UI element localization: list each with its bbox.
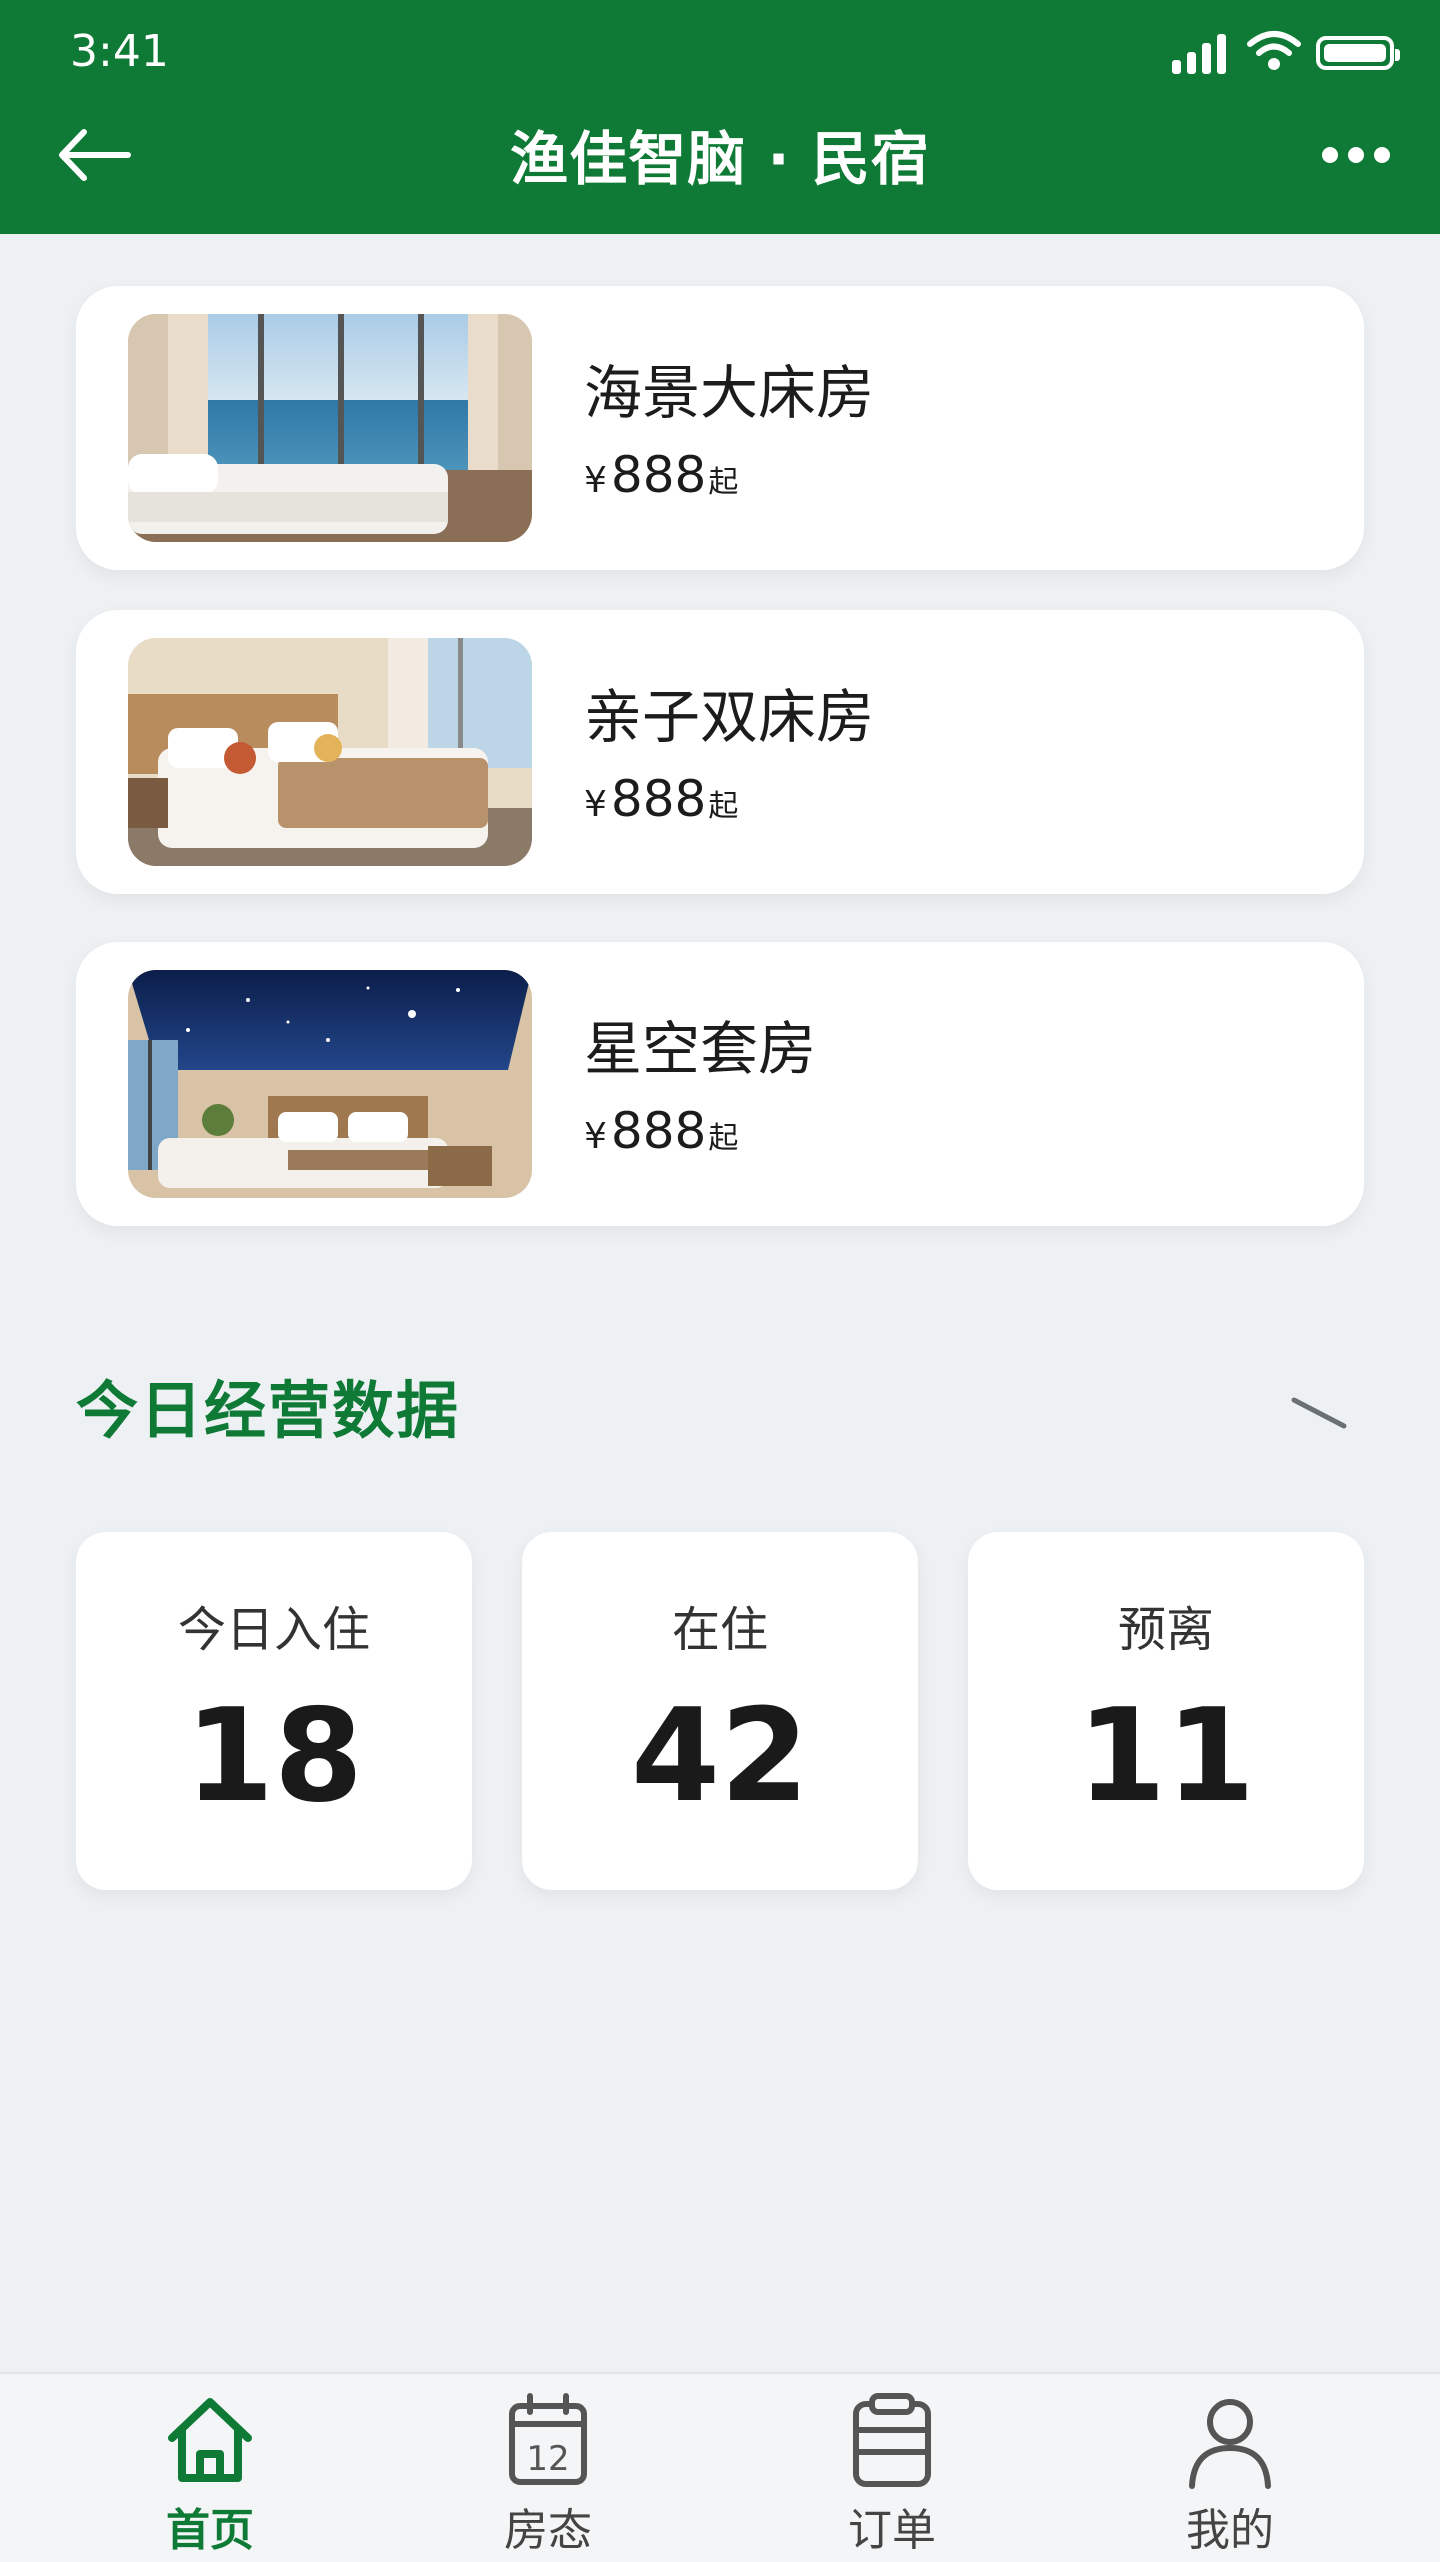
stat-card-in-house[interactable]: 在住 42 [522,1532,918,1890]
tab-label: 我的 [1186,2505,1274,2556]
currency-symbol: ¥ [584,784,607,825]
stat-card-check-in[interactable]: 今日入住 18 [76,1532,472,1890]
room-price: ¥888起 [584,446,738,504]
room-name: 星空套房 [584,1015,817,1083]
stat-card-departing[interactable]: 预离 11 [968,1532,1364,1890]
price-suffix: 起 [708,465,739,500]
room-photo [128,314,532,542]
stat-value: 11 [1076,1682,1256,1831]
room-card-sea-view[interactable]: 海景大床房 ¥888起 [76,286,1364,570]
status-time: 3:41 [70,26,169,77]
stat-value: 42 [630,1682,810,1831]
stat-value: 18 [184,1682,364,1831]
room-price: ¥888起 [584,1102,738,1160]
tab-home[interactable]: 首页 [30,2374,390,2562]
user-icon [1189,2399,1271,2489]
room-name: 亲子双床房 [584,683,875,751]
stat-label: 在住 [671,1602,768,1658]
battery-icon [1316,36,1400,70]
page-title: 渔佳智脑 · 民宿 [510,125,930,193]
tab-room-status[interactable]: 12 房态 [368,2374,728,2562]
stat-label: 今日入住 [177,1602,370,1658]
tab-profile[interactable]: 我的 [1050,2374,1410,2562]
calendar-day: 12 [526,2439,569,2479]
wifi-icon [1247,31,1301,70]
section-title: 今日经营数据 [76,1374,461,1447]
room-photo [128,638,532,866]
tab-label: 首页 [166,2505,254,2556]
price-value: 888 [610,446,707,504]
expand-chevron-icon[interactable] [1290,1386,1350,1436]
status-bar: 3:41 [0,0,1440,110]
room-card-family[interactable]: 亲子双床房 ¥888起 [76,610,1364,894]
clipboard-icon [853,2393,931,2487]
tab-orders[interactable]: 订单 [712,2374,1072,2562]
tab-label: 订单 [848,2505,936,2556]
price-value: 888 [610,1102,707,1160]
stat-label: 预离 [1117,1602,1214,1658]
room-card-starry-suite[interactable]: 星空套房 ¥888起 [76,942,1364,1226]
bottom-tab-bar: 首页 12 房态 订单 我的 [0,2372,1440,2562]
currency-symbol: ¥ [584,1116,607,1157]
tab-label: 房态 [504,2505,592,2556]
currency-symbol: ¥ [584,460,607,501]
price-suffix: 起 [708,789,739,824]
price-suffix: 起 [708,1121,739,1156]
room-photo [128,970,532,1198]
more-options-icon[interactable] [1322,130,1396,180]
price-value: 888 [610,770,707,828]
room-name: 海景大床房 [584,359,875,427]
room-price: ¥888起 [584,770,738,828]
calendar-icon: 12 [509,2393,587,2485]
cellular-signal-icon [1172,34,1232,74]
app-header: 3:41 渔佳智脑 · 民宿 [0,0,1440,234]
home-icon [168,2398,252,2482]
